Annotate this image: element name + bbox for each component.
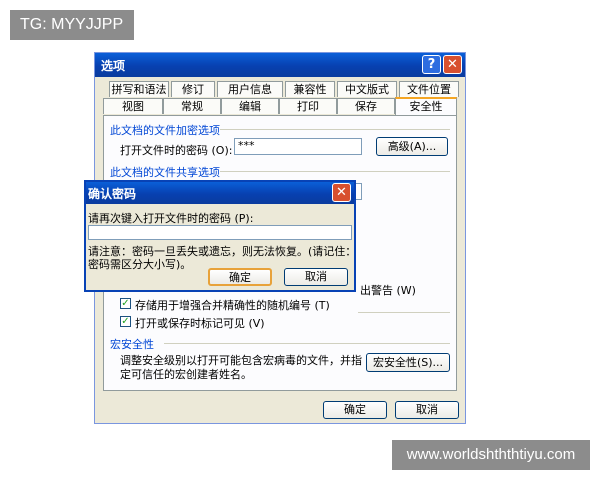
tab-user-info[interactable]: 用户信息 (217, 81, 283, 97)
tab-revisions[interactable]: 修订 (171, 81, 215, 97)
open-password-input[interactable]: *** (234, 138, 362, 155)
encrypt-section-title: 此文档的文件加密选项 (110, 124, 220, 137)
tab-spelling[interactable]: 拼写和语法 (109, 81, 169, 97)
random-number-label: 存储用于增强合并精确性的随机编号 (T) (135, 299, 330, 312)
options-title: 选项 (101, 59, 126, 73)
confirm-cancel-button[interactable]: 取消 (284, 268, 348, 286)
open-password-label: 打开文件时的密码 (O): (120, 144, 233, 157)
macro-security-button[interactable]: 宏安全性(S)... (366, 353, 450, 372)
visible-markup-label: 打开或保存时标记可见 (V) (135, 317, 265, 330)
visible-markup-checkbox[interactable]: ✓ (120, 316, 131, 327)
divider (358, 312, 450, 313)
divider (164, 343, 450, 344)
warn-option-label: 出警告 (W) (360, 284, 416, 297)
macro-section-title: 宏安全性 (110, 338, 154, 351)
confirm-title-bar[interactable]: 确认密码 ✕ (86, 182, 354, 204)
tab-print[interactable]: 打印 (279, 98, 337, 114)
macro-description-line2: 定可信任的宏创建者姓名。 (120, 368, 252, 381)
confirm-prompt-label: 请再次键入打开文件时的密码 (P): (88, 212, 254, 225)
watermark-bottom: www.worldshththtiyu.com (392, 440, 590, 470)
confirm-title: 确认密码 (88, 187, 137, 201)
watermark-top: TG: MYYJJPP (10, 10, 134, 40)
confirm-ok-button[interactable]: 确定 (208, 268, 272, 286)
tab-save[interactable]: 保存 (337, 98, 395, 114)
close-icon[interactable]: ✕ (332, 183, 351, 202)
tab-asian-typography[interactable]: 中文版式 (337, 81, 397, 97)
advanced-button[interactable]: 高级(A)... (376, 137, 448, 156)
tab-edit[interactable]: 编辑 (221, 98, 279, 114)
tab-view[interactable]: 视图 (103, 98, 163, 114)
tab-compatibility[interactable]: 兼容性 (285, 81, 335, 97)
confirm-password-dialog: 确认密码 ✕ 请再次键入打开文件时的密码 (P): 请注意：密码一旦丢失或遗忘，… (84, 180, 356, 292)
confirm-note-line2: 密码需区分大小写)。 (88, 258, 192, 271)
divider (220, 129, 450, 130)
help-icon[interactable]: ? (422, 55, 441, 74)
ok-button[interactable]: 确定 (323, 401, 387, 419)
cancel-button[interactable]: 取消 (395, 401, 459, 419)
tab-security[interactable]: 安全性 (395, 97, 457, 115)
tab-file-locations[interactable]: 文件位置 (399, 81, 459, 97)
random-number-checkbox[interactable]: ✓ (120, 298, 131, 309)
confirm-password-input[interactable] (88, 225, 352, 240)
options-title-bar[interactable]: 选项 ? ✕ (95, 53, 465, 77)
tab-general[interactable]: 常规 (163, 98, 221, 114)
close-icon[interactable]: ✕ (443, 55, 462, 74)
divider (220, 171, 450, 172)
share-section-title: 此文档的文件共享选项 (110, 166, 220, 179)
